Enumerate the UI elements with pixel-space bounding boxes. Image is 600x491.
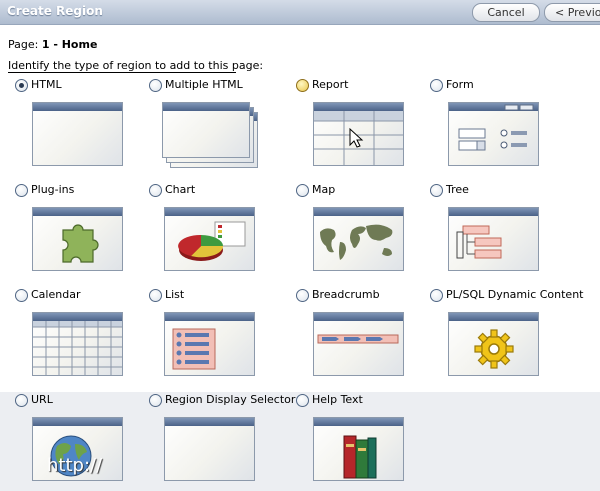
option-label: URL [31,393,53,406]
html-region-icon[interactable] [32,102,123,166]
breadcrumb-icon[interactable] [313,312,404,376]
option-label: Map [312,183,336,196]
option-label: Help Text [312,393,363,406]
books-icon[interactable] [313,417,404,481]
radio-form[interactable] [430,79,443,92]
option-label: Form [446,78,474,91]
radio-region-display-selector[interactable] [149,394,162,407]
multiple-html-icon[interactable] [162,102,250,158]
page-value: 1 - Home [41,38,98,51]
radio-html[interactable] [15,79,28,92]
tree-icon[interactable] [448,207,539,271]
radio-plsql-dynamic-content[interactable] [430,289,443,302]
option-label: PL/SQL Dynamic Content [446,288,584,301]
radio-tree[interactable] [430,184,443,197]
region-display-selector-icon[interactable] [164,417,255,481]
instruction-underline [8,72,236,73]
radio-multiple-html[interactable] [149,79,162,92]
option-label: Chart [165,183,196,196]
form-icon[interactable] [448,102,539,166]
page-title: Create Region [7,4,103,18]
radio-help-text[interactable] [296,394,309,407]
world-map-icon[interactable] [313,207,404,271]
option-label: HTML [31,78,62,91]
cancel-button[interactable]: Cancel [472,3,540,22]
option-label: Breadcrumb [312,288,380,301]
option-label: Tree [446,183,469,196]
radio-chart[interactable] [149,184,162,197]
option-label: List [165,288,185,301]
option-label: Calendar [31,288,81,301]
globe-icon[interactable]: http:// [32,417,123,481]
instruction-text: Identify the type of region to add to th… [8,59,264,72]
radio-breadcrumb[interactable] [296,289,309,302]
list-icon[interactable] [164,312,255,376]
option-label: Report [312,78,349,91]
radio-calendar[interactable] [15,289,28,302]
url-caption: http:// [47,455,103,476]
calendar-icon[interactable] [32,312,123,376]
puzzle-piece-icon[interactable] [32,207,123,271]
radio-report[interactable] [296,79,309,92]
page-header-bar: Create Region Cancel < Previous [0,0,600,25]
pie-chart-icon[interactable] [164,207,255,271]
option-label: Multiple HTML [165,78,243,91]
page-info: Page: 1 - Home [8,38,97,51]
gear-icon[interactable] [448,312,539,376]
previous-button[interactable]: < Previous [544,3,600,22]
report-grid-icon[interactable] [313,102,404,166]
radio-list[interactable] [149,289,162,302]
radio-map[interactable] [296,184,309,197]
radio-plug-ins[interactable] [15,184,28,197]
option-label: Region Display Selector [165,393,296,406]
radio-url[interactable] [15,394,28,407]
page-label: Page: [8,38,39,51]
option-label: Plug-ins [31,183,75,196]
